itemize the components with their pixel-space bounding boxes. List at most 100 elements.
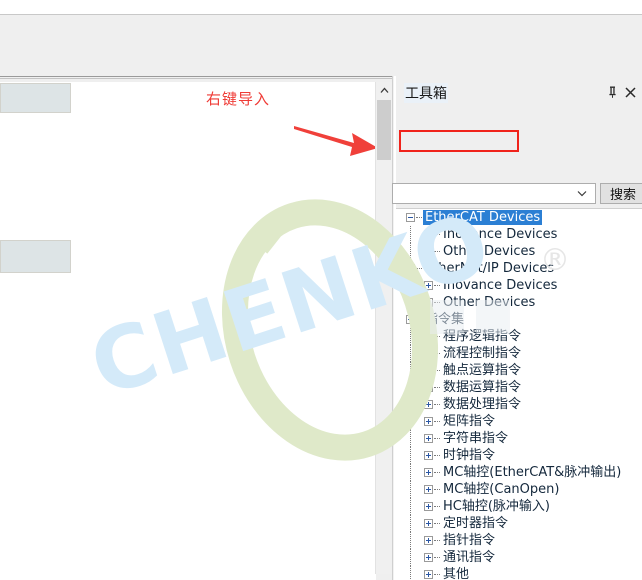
tree-guide-line xyxy=(410,226,411,243)
ladder-cell-block[interactable] xyxy=(0,83,71,113)
tree-connector xyxy=(434,556,440,559)
tree-guide-line xyxy=(410,549,411,566)
tree-guide-line xyxy=(410,294,411,311)
tree-node-label: 流程控制指令 xyxy=(443,346,522,361)
app-window: 右键导入 工具箱 搜索 EtherCAT Devices Inovance De… xyxy=(0,0,642,580)
tree-node[interactable]: 时钟指令 xyxy=(396,447,642,464)
expand-plus-icon[interactable] xyxy=(424,332,433,341)
tree-guide-line xyxy=(410,328,411,345)
tree-connector xyxy=(434,250,440,253)
toolbox-tree-panel[interactable]: EtherCAT Devices Inovance Devices Other De… xyxy=(396,208,642,580)
expand-plus-icon[interactable] xyxy=(424,434,433,443)
tree-node[interactable]: EtherNet/IP Devices xyxy=(396,260,642,277)
tree-connector xyxy=(416,318,422,321)
tree-node[interactable]: HC轴控(脉冲输入) xyxy=(396,498,642,515)
tree-node-label: MC轴控(CanOpen) xyxy=(443,482,560,497)
expand-plus-icon[interactable] xyxy=(424,553,433,562)
tree-node[interactable]: 定时器指令 xyxy=(396,515,642,532)
tree-node[interactable]: Inovance Devices xyxy=(396,277,642,294)
expand-plus-icon[interactable] xyxy=(424,570,433,579)
tree-node[interactable]: Other Devices xyxy=(396,243,642,260)
search-button[interactable]: 搜索 xyxy=(600,183,642,204)
tree-guide-line xyxy=(410,532,411,549)
tree-guide-line xyxy=(410,413,411,430)
expand-plus-icon[interactable] xyxy=(424,536,433,545)
toolbox-search-row: 搜索 xyxy=(392,183,642,207)
tree-node-label: 通讯指令 xyxy=(443,550,496,565)
window-top-strip xyxy=(0,0,642,14)
expand-plus-icon[interactable] xyxy=(424,366,433,375)
expand-plus-icon[interactable] xyxy=(424,400,433,409)
tree-guide-line xyxy=(410,464,411,481)
tree-node-label: 字符串指令 xyxy=(443,431,509,446)
tree-node[interactable]: 流程控制指令 xyxy=(396,345,642,362)
tree-connector xyxy=(434,403,440,406)
pin-icon[interactable] xyxy=(604,84,620,100)
collapse-minus-icon[interactable] xyxy=(406,315,415,324)
collapse-minus-icon[interactable] xyxy=(406,213,415,222)
tree-node[interactable]: MC轴控(CanOpen) xyxy=(396,481,642,498)
tree-node-label: 定时器指令 xyxy=(443,516,509,531)
tree-node[interactable]: 矩阵指令 xyxy=(396,413,642,430)
tree-node[interactable]: MC轴控(EtherCAT&脉冲输出) xyxy=(396,464,642,481)
tree-node[interactable]: 数据运算指令 xyxy=(396,379,642,396)
tree-guide-line xyxy=(410,243,411,260)
tree-connector xyxy=(434,420,440,423)
expand-plus-icon[interactable] xyxy=(424,383,433,392)
tree-node-label: 程序逻辑指令 xyxy=(443,329,522,344)
tree-node[interactable]: 程序逻辑指令 xyxy=(396,328,642,345)
toolbox-header: 工具箱 xyxy=(396,80,642,104)
toolbox-title: 工具箱 xyxy=(404,83,448,103)
expand-plus-icon[interactable] xyxy=(424,417,433,426)
tree-node[interactable]: 其他 xyxy=(396,566,642,580)
tree-guide-line xyxy=(410,396,411,413)
tree-guide-line xyxy=(410,481,411,498)
tree-node-label: 触点运算指令 xyxy=(443,363,522,378)
expand-plus-icon[interactable] xyxy=(424,485,433,494)
editor-vertical-scrollbar[interactable] xyxy=(375,82,392,574)
tree-node-label: 数据处理指令 xyxy=(443,397,522,412)
collapse-minus-icon[interactable] xyxy=(406,264,415,273)
tree-node-label: 其他 xyxy=(443,567,470,580)
tree-node-label: 数据运算指令 xyxy=(443,380,522,395)
tree-node[interactable]: 字符串指令 xyxy=(396,430,642,447)
tree-node[interactable]: 数据处理指令 xyxy=(396,396,642,413)
expand-plus-icon[interactable] xyxy=(424,451,433,460)
scroll-thumb[interactable] xyxy=(377,100,391,160)
tree-node-label: Other Devices xyxy=(443,244,536,259)
expand-plus-icon[interactable] xyxy=(424,230,433,239)
tree-guide-line xyxy=(410,566,411,580)
tree-node[interactable]: EtherCAT Devices xyxy=(396,209,642,226)
tree-node[interactable]: Inovance Devices xyxy=(396,226,642,243)
tree-node-label: Inovance Devices xyxy=(443,227,558,242)
tree-connector xyxy=(434,522,440,525)
expand-plus-icon[interactable] xyxy=(424,502,433,511)
tree-connector xyxy=(434,437,440,440)
expand-plus-icon[interactable] xyxy=(424,519,433,528)
tree-connector xyxy=(434,335,440,338)
tree-connector xyxy=(416,267,422,270)
tree-guide-line xyxy=(410,498,411,515)
search-input[interactable] xyxy=(392,183,596,204)
expand-plus-icon[interactable] xyxy=(424,298,433,307)
tree-node[interactable]: 指针指令 xyxy=(396,532,642,549)
expand-plus-icon[interactable] xyxy=(424,468,433,477)
tree-node-label: 时钟指令 xyxy=(443,448,496,463)
tree-connector xyxy=(434,386,440,389)
expand-plus-icon[interactable] xyxy=(424,349,433,358)
tree-node[interactable]: Other Devices xyxy=(396,294,642,311)
tree-node[interactable]: 指令集 xyxy=(396,311,642,328)
tree-node[interactable]: 通讯指令 xyxy=(396,549,642,566)
tree-connector xyxy=(434,488,440,491)
expand-plus-icon[interactable] xyxy=(424,247,433,256)
close-icon[interactable] xyxy=(622,84,638,100)
chevron-down-icon[interactable] xyxy=(573,184,591,203)
tree-guide-line xyxy=(410,515,411,532)
tree-node[interactable]: 触点运算指令 xyxy=(396,362,642,379)
tree-connector xyxy=(434,573,440,576)
chevron-up-icon[interactable] xyxy=(376,82,392,99)
ladder-cell-block[interactable] xyxy=(0,240,71,273)
tree-connector xyxy=(434,301,440,304)
expand-plus-icon[interactable] xyxy=(424,281,433,290)
tree-guide-line xyxy=(410,362,411,379)
